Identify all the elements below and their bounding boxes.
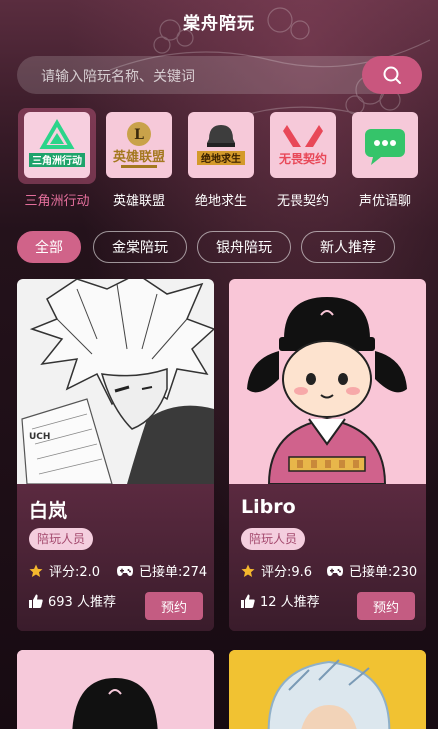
companion-avatar <box>229 650 426 729</box>
companion-card[interactable]: UCH 白岚 陪玩人员 评分:2.0 已接单:274 693 人推荐 预约 <box>17 279 214 631</box>
companion-avatar <box>17 650 214 729</box>
companion-name: Libro <box>241 496 296 518</box>
companion-avatar <box>229 279 426 484</box>
search-button[interactable] <box>362 56 422 94</box>
filter-silver[interactable]: 银舟陪玩 <box>197 231 291 263</box>
rating-text: 评分:2.0 <box>49 565 101 580</box>
game-label: 三角洲行动 <box>24 194 90 209</box>
filter-bar: 全部 金棠陪玩 银舟陪玩 新人推荐 <box>17 231 427 265</box>
card-info: Libro 陪玩人员 评分:9.6 已接单:230 12 人推荐 预约 <box>229 484 426 631</box>
star-icon <box>241 564 255 578</box>
page-title: 棠舟陪玩 <box>183 14 255 34</box>
rating-text: 评分:9.6 <box>261 565 313 580</box>
recommend-text: 12 人推荐 <box>260 595 320 610</box>
filter-gold[interactable]: 金棠陪玩 <box>93 231 187 263</box>
thumbs-up-icon <box>241 594 255 608</box>
recommend-text: 693 人推荐 <box>48 595 116 610</box>
svg-text:无畏契约: 无畏契约 <box>278 151 327 166</box>
svg-text:三角洲行动: 三角洲行动 <box>32 154 82 167</box>
filter-all[interactable]: 全部 <box>17 231 81 263</box>
lol-logo-icon: L 英雄联盟 <box>106 112 172 178</box>
voice-chat-logo-icon <box>352 112 418 178</box>
game-item-lol[interactable]: L 英雄联盟 英雄联盟 <box>100 112 178 209</box>
game-label: 英雄联盟 <box>112 194 165 209</box>
game-label: 声优语聊 <box>358 194 411 209</box>
companion-name: 白岚 <box>29 500 68 522</box>
orders-text: 已接单:230 <box>349 565 418 580</box>
recommend-stat: 693 人推荐 <box>29 591 116 610</box>
search-icon <box>383 66 401 84</box>
game-item-voice-chat[interactable]: 声优语聊 <box>346 112 424 209</box>
game-item-delta[interactable]: 三角洲行动 三角洲行动 <box>18 108 96 209</box>
game-item-valorant[interactable]: 无畏契约 无畏契约 <box>264 112 342 209</box>
role-badge: 陪玩人员 <box>241 528 306 550</box>
orders-stat: 已接单:230 <box>327 561 417 580</box>
search-bar[interactable]: 请输入陪玩名称、关键词 <box>17 56 422 94</box>
valorant-logo-icon: 无畏契约 <box>270 112 336 178</box>
book-button[interactable]: 预约 <box>357 592 415 620</box>
app-screen: 棠舟陪玩 请输入陪玩名称、关键词 三角洲行动 三角洲行动 L 英雄联盟 英雄联盟… <box>0 0 438 729</box>
search-input[interactable]: 请输入陪玩名称、关键词 <box>41 66 195 86</box>
delta-logo-icon: 三角洲行动 <box>24 112 90 178</box>
svg-text:L: L <box>134 127 144 143</box>
svg-text:英雄联盟: 英雄联盟 <box>112 149 165 165</box>
companion-card-partial[interactable] <box>17 650 214 729</box>
svg-text:UCH: UCH <box>29 432 50 442</box>
orders-text: 已接单:274 <box>139 565 208 580</box>
gamepad-icon <box>117 565 133 577</box>
gamepad-icon <box>327 565 343 577</box>
star-icon <box>29 564 43 578</box>
game-category-list: 三角洲行动 三角洲行动 L 英雄联盟 英雄联盟 绝地求生 绝地求生 无畏契约 无… <box>18 108 428 212</box>
recommend-stat: 12 人推荐 <box>241 591 320 610</box>
svg-text:绝地求生: 绝地求生 <box>201 152 241 165</box>
filter-newcomer[interactable]: 新人推荐 <box>301 231 395 263</box>
companion-avatar: UCH <box>17 279 214 484</box>
card-info: 白岚 陪玩人员 评分:2.0 已接单:274 693 人推荐 预约 <box>17 484 214 631</box>
companion-card[interactable]: Libro 陪玩人员 评分:9.6 已接单:230 12 人推荐 预约 <box>229 279 426 631</box>
thumbs-up-icon <box>29 594 43 608</box>
game-label: 绝地求生 <box>194 194 247 209</box>
game-label: 无畏契约 <box>276 194 329 209</box>
orders-stat: 已接单:274 <box>117 561 207 580</box>
book-button[interactable]: 预约 <box>145 592 203 620</box>
rating-stat: 评分:9.6 <box>241 561 312 580</box>
companion-card-partial[interactable] <box>229 650 426 729</box>
pubg-logo-icon: 绝地求生 <box>188 112 254 178</box>
role-badge: 陪玩人员 <box>29 528 94 550</box>
game-item-pubg[interactable]: 绝地求生 绝地求生 <box>182 112 260 209</box>
rating-stat: 评分:2.0 <box>29 561 100 580</box>
